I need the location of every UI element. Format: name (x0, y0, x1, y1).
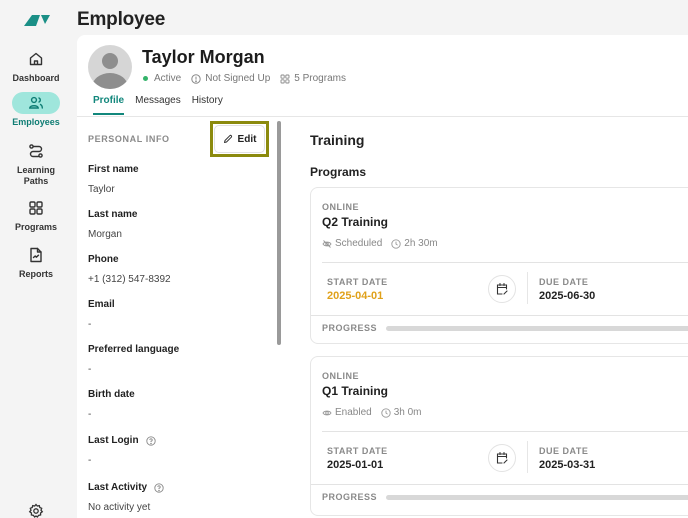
program-mode: ONLINE (322, 371, 360, 381)
status-badge: Active (154, 73, 182, 84)
program-name: Q2 Training (322, 215, 389, 229)
sidebar-item-label: Dashboard (12, 73, 60, 83)
sidebar-item-dashboard[interactable]: Dashboard (0, 48, 72, 84)
sidebar-item-label: Employees (12, 117, 60, 127)
clock-icon (391, 238, 401, 249)
program-name: Q1 Training (322, 384, 389, 398)
pencil-icon (223, 134, 232, 143)
due-date-value: 2025-03-31 (539, 459, 596, 471)
page-title: Employee (77, 9, 166, 30)
progress-label: PROGRESS (322, 492, 378, 502)
field-last-activity: Last Activity No activity yet (88, 482, 164, 513)
calendar-edit-icon (496, 451, 508, 464)
sidebar-item-label: Programs (14, 222, 58, 232)
scrollbar[interactable] (277, 121, 281, 345)
sidebar-item-programs[interactable]: Programs (0, 197, 72, 233)
section-label: PERSONAL INFO (88, 134, 170, 144)
edit-dates-button[interactable] (488, 275, 516, 303)
training-section: Training Programs ONLINE Q2 Training Sch… (282, 118, 688, 518)
signup-status: Not Signed Up (205, 73, 271, 84)
sidebar: Dashboard Employees Learning Paths Progr… (0, 0, 72, 518)
program-duration: 3h 0m (393, 407, 422, 418)
programs-count: 5 Programs (294, 73, 346, 84)
start-date-value: 2025-01-01 (327, 459, 384, 471)
field-phone: Phone +1 (312) 547-8392 (88, 254, 171, 285)
avatar (88, 45, 132, 89)
progress-label: PROGRESS (322, 323, 378, 333)
field-birth-date: Birth date - (88, 389, 135, 420)
employee-header: Taylor Morgan Active Not Signed Up 5 Pro… (77, 35, 688, 117)
tab-history[interactable]: History (192, 95, 223, 115)
sidebar-item-reports[interactable]: Reports (0, 244, 72, 280)
program-duration: 2h 30m (404, 238, 438, 249)
tab-bar: Profile Messages History (93, 95, 234, 115)
status-dot-icon (143, 76, 148, 81)
employee-meta: Active Not Signed Up 5 Programs (143, 73, 356, 84)
gear-icon[interactable] (28, 503, 44, 518)
progress-bar (386, 495, 688, 500)
start-date-value: 2025-04-01 (327, 290, 384, 302)
edit-label: Edit (237, 133, 257, 145)
start-date-label: START DATE (327, 446, 388, 456)
program-card[interactable]: ONLINE Q1 Training Enabled 3h 0m START D… (310, 356, 688, 516)
edit-button[interactable]: Edit (214, 125, 265, 153)
sidebar-item-label: Reports (18, 269, 53, 279)
field-email: Email - (88, 299, 115, 330)
grid-icon (29, 201, 43, 215)
due-date-value: 2025-06-30 (539, 290, 596, 302)
start-date-label: START DATE (327, 277, 388, 287)
users-icon (29, 96, 43, 109)
calendar-edit-icon (496, 282, 508, 295)
field-preferred-language: Preferred language - (88, 344, 180, 375)
program-card[interactable]: ONLINE Q2 Training Scheduled 2h 30m STAR… (310, 187, 688, 344)
training-title: Training (310, 132, 365, 148)
route-icon (29, 144, 43, 158)
grid-icon (280, 74, 290, 83)
field-last-name: Last name Morgan (88, 209, 138, 240)
program-mode: ONLINE (322, 202, 360, 212)
personal-info-section: PERSONAL INFO Edit First name Taylor Las… (77, 118, 282, 518)
eye-icon (322, 410, 332, 415)
help-icon[interactable] (154, 482, 164, 493)
report-icon (30, 247, 42, 263)
employee-panel: Taylor Morgan Active Not Signed Up 5 Pro… (77, 35, 688, 518)
sidebar-item-label: Learning Paths (16, 165, 55, 186)
field-last-login: Last Login - (88, 435, 156, 466)
info-circle-icon (191, 73, 201, 84)
progress-bar (386, 326, 688, 331)
tab-profile[interactable]: Profile (93, 95, 125, 115)
edit-dates-button[interactable] (488, 444, 516, 472)
clock-icon (381, 407, 391, 418)
brand-logo-icon[interactable] (24, 14, 50, 26)
help-icon[interactable] (145, 435, 156, 446)
programs-title: Programs (310, 165, 367, 179)
eye-off-icon (322, 239, 332, 248)
tab-messages[interactable]: Messages (135, 95, 181, 115)
home-icon (29, 52, 43, 66)
employee-name: Taylor Morgan (142, 47, 265, 67)
due-date-label: DUE DATE (539, 446, 589, 456)
sidebar-item-employees[interactable]: Employees (0, 92, 72, 128)
due-date-label: DUE DATE (539, 277, 589, 287)
program-visibility: Enabled (335, 407, 372, 418)
sidebar-item-learning-paths[interactable]: Learning Paths (0, 140, 72, 187)
field-first-name: First name Taylor (88, 164, 139, 195)
program-visibility: Scheduled (335, 238, 383, 249)
